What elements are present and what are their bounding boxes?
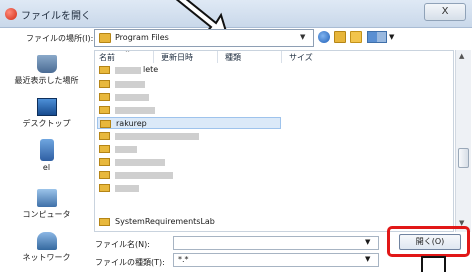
- place-label: デスクトップ: [22, 119, 71, 128]
- places-sidebar: 最近表示した場所 デスクトップ el コンピュータ ネットワーク: [0, 50, 93, 272]
- folder-icon: [99, 93, 110, 101]
- file-row[interactable]: [97, 104, 277, 116]
- window-title: ファイルを開く: [21, 11, 91, 22]
- filetype-select[interactable]: *.*: [173, 253, 379, 267]
- folder-icon: [99, 66, 110, 74]
- folder-icon: [99, 145, 110, 153]
- scrollbar-thumb[interactable]: [458, 148, 469, 168]
- place-label: ネットワーク: [22, 253, 71, 262]
- back-icon[interactable]: [318, 31, 330, 43]
- file-name: SystemRequirementsLab: [115, 217, 215, 226]
- up-folder-icon[interactable]: [334, 31, 346, 43]
- file-row[interactable]: lete: [97, 64, 277, 76]
- file-name: lete: [143, 65, 159, 74]
- blurred-filename: [115, 185, 139, 192]
- filename-input[interactable]: [173, 236, 379, 250]
- filetype-label: ファイルの種類(T):: [95, 258, 165, 267]
- open-button[interactable]: 開く(O): [399, 234, 461, 250]
- column-divider: [281, 51, 282, 63]
- file-list[interactable]: 名前 ^ 更新日時 種類 サイズ lete rakurep SystemRequ…: [94, 50, 454, 232]
- file-row[interactable]: [97, 143, 277, 155]
- blurred-filename: [115, 133, 199, 140]
- folder-icon: [99, 132, 110, 140]
- folder-icon: [99, 171, 110, 179]
- blurred-filename: [115, 107, 155, 114]
- view-menu-chevron-icon[interactable]: ▼: [389, 33, 394, 41]
- network-icon: [36, 232, 57, 250]
- place-computer[interactable]: コンピュータ: [0, 189, 93, 220]
- file-row[interactable]: [97, 156, 277, 168]
- view-menu-icon[interactable]: [367, 31, 387, 43]
- file-row[interactable]: [97, 91, 277, 103]
- blurred-filename: [115, 159, 165, 166]
- file-row-selected[interactable]: rakurep: [97, 117, 281, 129]
- place-desktop[interactable]: デスクトップ: [0, 98, 93, 129]
- place-label: 最近表示した場所: [14, 76, 79, 85]
- filename-dropdown-icon[interactable]: ▼: [365, 238, 370, 246]
- file-row[interactable]: [97, 78, 277, 90]
- place-user[interactable]: el: [0, 139, 93, 172]
- place-network[interactable]: ネットワーク: [0, 232, 93, 263]
- location-value: Program Files: [115, 33, 169, 42]
- file-row[interactable]: [97, 130, 277, 142]
- folder-icon: [99, 218, 110, 226]
- recent-places-icon: [36, 55, 57, 73]
- filetype-dropdown-icon[interactable]: ▼: [365, 255, 370, 263]
- folder-icon: [99, 80, 110, 88]
- annotation-arrow-bottom: [421, 256, 446, 272]
- file-row[interactable]: [97, 169, 277, 181]
- new-folder-icon[interactable]: [350, 31, 362, 43]
- sort-ascending-icon: ^: [125, 50, 131, 57]
- blurred-filename: [115, 94, 149, 101]
- column-type[interactable]: 種類: [225, 52, 241, 63]
- file-row[interactable]: [97, 182, 277, 194]
- place-label: el: [42, 163, 51, 172]
- folder-icon: [99, 158, 110, 166]
- folder-icon: [99, 33, 111, 43]
- chevron-down-icon[interactable]: ▼: [300, 33, 305, 41]
- location-label: ファイルの場所(I):: [26, 34, 94, 43]
- blurred-filename: [115, 81, 145, 88]
- folder-icon: [99, 106, 110, 114]
- column-divider: [217, 51, 218, 63]
- filetype-value: *.*: [178, 255, 189, 264]
- column-divider: [153, 51, 154, 63]
- app-icon: [5, 8, 17, 20]
- vertical-scrollbar[interactable]: ▲ ▼: [455, 50, 471, 232]
- column-name[interactable]: 名前: [99, 52, 115, 63]
- filename-label: ファイル名(N):: [95, 240, 150, 249]
- place-recent[interactable]: 最近表示した場所: [0, 55, 93, 86]
- location-dropdown[interactable]: Program Files: [94, 29, 314, 47]
- folder-icon: [99, 184, 110, 192]
- close-button[interactable]: X: [424, 3, 466, 21]
- scroll-up-icon[interactable]: ▲: [459, 52, 464, 60]
- blurred-filename: [115, 67, 141, 74]
- column-size[interactable]: サイズ: [289, 52, 313, 63]
- file-name: rakurep: [116, 119, 147, 128]
- computer-icon: [36, 189, 57, 207]
- file-row[interactable]: SystemRequirementsLab: [97, 216, 277, 228]
- blurred-filename: [115, 172, 173, 179]
- folder-icon: [100, 120, 111, 128]
- desktop-icon: [36, 98, 57, 116]
- blurred-filename: [115, 146, 137, 153]
- column-modified[interactable]: 更新日時: [161, 52, 193, 63]
- user-folder-icon: [39, 139, 54, 161]
- place-label: コンピュータ: [22, 210, 71, 219]
